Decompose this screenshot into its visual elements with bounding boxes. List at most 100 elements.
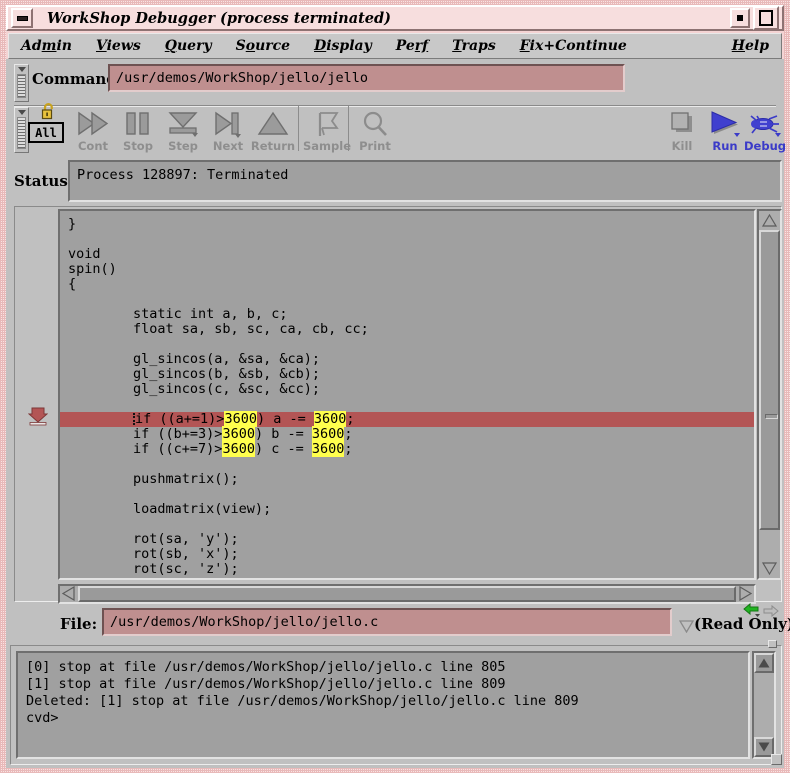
dropdown-triangle-icon[interactable]	[679, 618, 694, 637]
menu-traps[interactable]: Traps	[440, 37, 508, 55]
sample-button[interactable]: Sample	[300, 103, 354, 153]
menu-help[interactable]: Help	[720, 37, 781, 55]
menu-source[interactable]: Source	[224, 37, 302, 55]
stop-icon	[122, 107, 154, 139]
menu-perf[interactable]: Perf	[384, 37, 440, 55]
source-line[interactable]: rot(sc, 'z');	[60, 562, 754, 577]
console-line: [0] stop at file /usr/demos/WorkShop/jel…	[26, 659, 748, 676]
command-input[interactable]: /usr/demos/WorkShop/jello/jello	[108, 64, 625, 92]
console-scroll-up-icon[interactable]	[754, 653, 774, 673]
source-line[interactable]: gl_sincos(c, &sc, &cc);	[60, 382, 754, 397]
nav-back-arrow-icon[interactable]	[743, 602, 760, 621]
source-text: ;	[344, 426, 352, 442]
source-line[interactable]: rot(sa, 'y');	[60, 532, 754, 547]
debug-button[interactable]: Debug	[738, 103, 790, 153]
source-line[interactable]: if ((a+=1)>3600) a -= 3600;	[60, 412, 754, 427]
source-hscroll-thumb[interactable]	[78, 586, 736, 602]
source-line[interactable]: }	[60, 217, 754, 232]
source-horizontal-scrollbar[interactable]	[58, 584, 756, 604]
return-button[interactable]: Return	[246, 103, 300, 153]
kill-label: Kill	[672, 140, 693, 153]
next-label: Next	[213, 140, 243, 153]
debugger-window: WorkShop Debugger (process terminated) A…	[0, 0, 790, 773]
scroll-thumb-grip-icon	[765, 414, 778, 419]
search-match: 3600	[312, 426, 345, 442]
print-button[interactable]: Print	[348, 103, 402, 153]
source-line[interactable]: if ((b+=3)>3600) b -= 3600;	[60, 427, 754, 442]
console-scrollbar[interactable]	[752, 651, 776, 759]
source-line[interactable]: gl_sincos(b, &sb, &cb);	[60, 367, 754, 382]
search-match: 3600	[312, 441, 345, 457]
return-icon	[256, 107, 290, 139]
source-line[interactable]: gl_sincos(a, &sa, &ca);	[60, 352, 754, 367]
window-title: WorkShop Debugger (process terminated)	[33, 10, 730, 27]
shade-icon	[737, 15, 743, 21]
source-line[interactable]: rot(sb, 'x');	[60, 547, 754, 562]
scroll-up-arrow-icon[interactable]	[759, 211, 780, 230]
source-text: ) b -=	[255, 426, 312, 442]
search-match: 3600	[224, 411, 257, 427]
source-code-text[interactable]: } voidspin(){ static int a, b, c; float …	[58, 209, 756, 580]
menu-admin[interactable]: Admin	[9, 37, 84, 55]
source-gutter[interactable]	[18, 210, 56, 582]
console-line: cvd>	[26, 710, 748, 727]
kill-icon	[667, 107, 697, 139]
source-line[interactable]	[60, 337, 754, 352]
source-text: if ((a+=1)>	[135, 411, 224, 427]
command-bar-drag-handle[interactable]	[14, 64, 29, 102]
menu-fix-continue[interactable]: Fix+Continue	[508, 37, 639, 55]
pane-resize-grip[interactable]	[768, 640, 777, 648]
source-line[interactable]: if ((c+=7)>3600) c -= 3600;	[60, 442, 754, 457]
sample-flag-icon	[312, 107, 342, 139]
source-text: ;	[344, 441, 352, 457]
scroll-down-arrow-icon[interactable]	[759, 559, 780, 578]
menu-bar: Admin Views Query Source Display Perf Tr…	[8, 33, 782, 59]
shade-button[interactable]	[730, 8, 750, 28]
source-line[interactable]: void	[60, 247, 754, 262]
menu-views[interactable]: Views	[84, 37, 153, 55]
source-vertical-scrollbar[interactable]	[757, 209, 782, 580]
return-label: Return	[251, 140, 295, 153]
source-line[interactable]: float sa, sb, sc, ca, cb, cc;	[60, 322, 754, 337]
source-scroll-thumb[interactable]	[759, 230, 780, 530]
step-icon	[166, 107, 200, 139]
source-text: if ((b+=3)>	[68, 426, 222, 442]
maximize-button[interactable]	[753, 6, 779, 30]
source-line[interactable]	[60, 397, 754, 412]
menu-query[interactable]: Query	[153, 37, 224, 55]
search-match: 3600	[222, 441, 255, 457]
run-label: Run	[712, 140, 737, 153]
toolbar-divider	[298, 106, 299, 151]
source-line[interactable]	[60, 487, 754, 502]
console-output[interactable]: [0] stop at file /usr/demos/WorkShop/jel…	[16, 651, 750, 759]
file-label: File:	[60, 615, 97, 633]
source-line[interactable]: pushmatrix();	[60, 472, 754, 487]
source-line[interactable]	[60, 292, 754, 307]
source-line[interactable]: static int a, b, c;	[60, 307, 754, 322]
console-line: Deleted: [1] stop at file /usr/demos/Wor…	[26, 693, 748, 710]
scroll-left-arrow-icon[interactable]	[60, 585, 77, 602]
search-match: 3600	[314, 411, 347, 427]
cont-label: Cont	[78, 140, 108, 153]
stop-label: Stop	[123, 140, 153, 153]
console-line: [1] stop at file /usr/demos/WorkShop/jel…	[26, 676, 748, 693]
source-line[interactable]	[60, 232, 754, 247]
window-resize-grip[interactable]	[771, 754, 782, 765]
source-line[interactable]	[60, 457, 754, 472]
source-text: ) a -=	[257, 411, 314, 427]
nav-forward-arrow-icon[interactable]	[763, 603, 779, 622]
toolbar-drag-handle[interactable]	[14, 107, 29, 153]
source-line[interactable]: {	[60, 277, 754, 292]
menu-display[interactable]: Display	[302, 37, 384, 55]
source-line[interactable]	[60, 517, 754, 532]
step-label: Step	[168, 140, 198, 153]
scroll-right-arrow-icon[interactable]	[737, 585, 754, 602]
all-scope-button[interactable]: All	[28, 122, 64, 143]
source-line[interactable]: spin()	[60, 262, 754, 277]
drag-handle-triangle-icon	[18, 67, 26, 72]
window-frame-bottom[interactable]	[0, 768, 790, 773]
title-bar[interactable]: WorkShop Debugger (process terminated)	[6, 5, 784, 31]
source-line[interactable]: loadmatrix(view);	[60, 502, 754, 517]
minimize-button[interactable]	[11, 8, 33, 28]
file-path-input[interactable]: /usr/demos/WorkShop/jello/jello.c	[102, 608, 672, 636]
